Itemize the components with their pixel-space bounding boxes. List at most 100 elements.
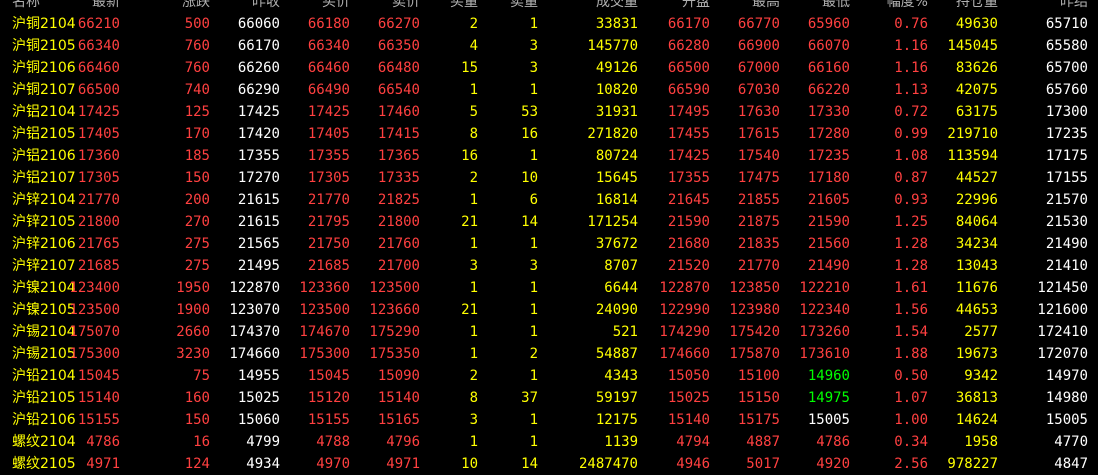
quote-name: 沪铝2106 (12, 148, 76, 164)
quote-prev-settle: 15005 (1045, 412, 1088, 428)
quote-bid: 21685 (307, 258, 350, 274)
header-name[interactable]: 名称 (12, 0, 82, 13)
quote-prev-settle: 4770 (1054, 434, 1088, 450)
quote-ask-qty: 1 (529, 16, 538, 32)
quote-ask: 123500 (369, 280, 420, 296)
quote-name: 沪铝2105 (12, 126, 76, 142)
table-row[interactable]: 沪锌2104 21770 200 21615 21770 21825 1 6 16814 2164… (0, 189, 1098, 211)
table-row[interactable]: 沪镍2105 123500 1900 123070 123500 123660 21 1 240… (0, 299, 1098, 321)
quote-ask: 66270 (377, 16, 420, 32)
quote-bid-qty: 2 (469, 170, 478, 186)
quote-bid-qty: 15 (461, 60, 478, 76)
header-ask[interactable]: 卖价 (392, 0, 420, 13)
quote-prev-close: 21615 (237, 214, 280, 230)
quote-bid: 4788 (316, 434, 350, 450)
quote-prev-close: 21615 (237, 192, 280, 208)
header-low[interactable]: 最低 (822, 0, 850, 13)
quote-volume: 171254 (587, 214, 638, 230)
quote-open-interest: 63175 (955, 104, 998, 120)
quote-ask-qty: 53 (521, 104, 538, 120)
header-pct[interactable]: 幅度% (887, 0, 928, 13)
quote-last: 123500 (69, 302, 120, 318)
quote-prev-settle: 21410 (1045, 258, 1088, 274)
quote-open: 15140 (667, 412, 710, 428)
quote-last: 15140 (77, 390, 120, 406)
quote-ask: 175350 (369, 346, 420, 362)
header-prev-close[interactable]: 昨收 (252, 0, 280, 13)
table-row[interactable]: 沪铜2106 66460 760 66260 66460 66480 15 3 49126 665… (0, 57, 1098, 79)
quote-ask-qty: 6 (529, 192, 538, 208)
table-row[interactable]: 沪铜2104 66210 500 66060 66180 66270 2 1 33831 6617… (0, 13, 1098, 35)
quote-last: 21685 (77, 258, 120, 274)
quote-pct: 1.28 (894, 236, 928, 252)
quote-pct: 0.72 (894, 104, 928, 120)
table-row[interactable]: 沪铅2104 15045 75 14955 15045 15090 2 1 4343 15050 1… (0, 365, 1098, 387)
quote-pct: 1.16 (894, 38, 928, 54)
quote-pct: 1.07 (894, 390, 928, 406)
header-open-interest[interactable]: 持仓量 (956, 0, 998, 13)
table-row[interactable]: 螺纹2105 4971 124 4934 4970 4971 10 14 2487470 4946… (0, 453, 1098, 475)
quote-low: 4786 (816, 434, 850, 450)
quote-prev-close: 174370 (229, 324, 280, 340)
quote-ask: 21760 (377, 236, 420, 252)
table-row[interactable]: 沪铜2107 66500 740 66290 66490 66540 1 1 10820 6659… (0, 79, 1098, 101)
quote-last: 175070 (69, 324, 120, 340)
quote-high: 17475 (737, 170, 780, 186)
table-row[interactable]: 沪锌2106 21765 275 21565 21750 21760 1 1 37672 2168… (0, 233, 1098, 255)
quote-open: 122870 (659, 280, 710, 296)
quote-open-interest: 978227 (947, 456, 998, 472)
quote-low: 173610 (799, 346, 850, 362)
table-row[interactable]: 沪锌2105 21800 270 21615 21795 21800 21 14 171254 2… (0, 211, 1098, 233)
quote-change: 124 (184, 456, 210, 472)
table-row[interactable]: 沪铝2104 17425 125 17425 17425 17460 5 53 31931 174… (0, 101, 1098, 123)
table-row[interactable]: 沪铝2105 17405 170 17420 17405 17415 8 16 271820 17… (0, 123, 1098, 145)
quote-ask: 66540 (377, 82, 420, 98)
header-last[interactable]: 最新 (92, 0, 120, 13)
header-bid[interactable]: 买价 (322, 0, 350, 13)
quote-bid: 17355 (307, 148, 350, 164)
header-high[interactable]: 最高 (752, 0, 780, 13)
quote-bid: 66340 (307, 38, 350, 54)
table-row[interactable]: 沪铅2105 15140 160 15025 15120 15140 8 37 59197 150… (0, 387, 1098, 409)
table-row[interactable]: 沪铜2105 66340 760 66170 66340 66350 4 3 145770 662… (0, 35, 1098, 57)
table-row[interactable]: 沪锡2104 175070 2660 174370 174670 175290 1 1 521 1… (0, 321, 1098, 343)
quote-prev-close: 21565 (237, 236, 280, 252)
header-ask-qty[interactable]: 卖量 (510, 0, 538, 13)
quote-bid-qty: 3 (469, 258, 478, 274)
quote-low: 66220 (807, 82, 850, 98)
quote-ask: 21825 (377, 192, 420, 208)
table-row[interactable]: 沪铅2106 15155 150 15060 15155 15165 3 1 12175 1514… (0, 409, 1098, 431)
header-open[interactable]: 开盘 (682, 0, 710, 13)
quote-change: 275 (184, 236, 210, 252)
quote-high: 21855 (737, 192, 780, 208)
quote-prev-close: 174660 (229, 346, 280, 362)
quote-high: 21770 (737, 258, 780, 274)
quote-open: 66170 (667, 16, 710, 32)
quote-low: 4920 (816, 456, 850, 472)
table-row[interactable]: 沪镍2104 123400 1950 122870 123360 123500 1 1 6644… (0, 277, 1098, 299)
header-prev-settle[interactable]: 昨结 (1060, 0, 1088, 13)
table-row[interactable]: 沪铝2107 17305 150 17270 17305 17335 2 10 15645 173… (0, 167, 1098, 189)
quote-open-interest: 219710 (947, 126, 998, 142)
quote-change: 760 (184, 60, 210, 76)
table-row[interactable]: 螺纹2104 4786 16 4799 4788 4796 1 1 1139 4794 4887 47… (0, 431, 1098, 453)
quote-pct: 1.16 (894, 60, 928, 76)
quote-open: 174290 (659, 324, 710, 340)
quote-ask-qty: 1 (529, 434, 538, 450)
table-row[interactable]: 沪铝2106 17360 185 17355 17355 17365 16 1 80724 174… (0, 145, 1098, 167)
quote-ask: 17365 (377, 148, 420, 164)
header-volume[interactable]: 成交量 (596, 0, 638, 13)
quote-high: 4887 (746, 434, 780, 450)
quote-prev-close: 66290 (237, 82, 280, 98)
quote-prev-settle: 65580 (1045, 38, 1088, 54)
quote-change: 275 (184, 258, 210, 274)
header-change[interactable]: 涨跌 (182, 0, 210, 13)
quote-ask: 123660 (369, 302, 420, 318)
table-row[interactable]: 沪锌2107 21685 275 21495 21685 21700 3 3 8707 21520… (0, 255, 1098, 277)
quote-volume: 54887 (595, 346, 638, 362)
header-bid-qty[interactable]: 买量 (450, 0, 478, 13)
table-row[interactable]: 沪锡2105 175300 3230 174660 175300 175350 1 2 5488… (0, 343, 1098, 365)
quote-high: 17630 (737, 104, 780, 120)
quote-prev-settle: 121600 (1037, 302, 1088, 318)
quote-open: 66280 (667, 38, 710, 54)
